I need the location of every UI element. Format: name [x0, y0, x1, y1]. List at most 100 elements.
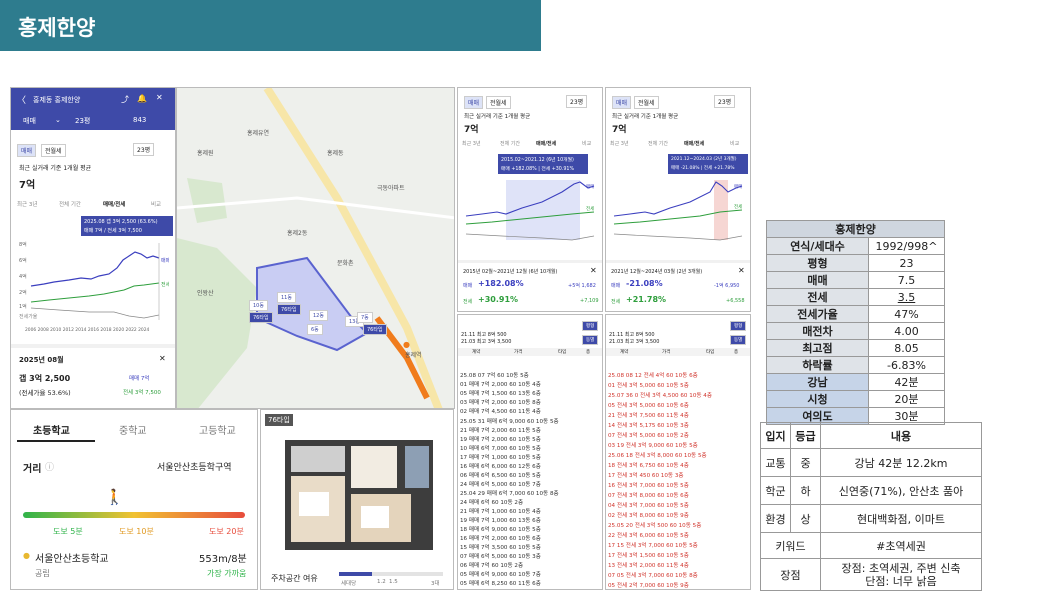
table-row[interactable]: 16 전세 3억 7,000 60 10동 5층	[608, 481, 689, 489]
table-row[interactable]: 01 매매 7억 2,000 60 10동 4층	[460, 380, 541, 388]
distance-bar	[23, 512, 245, 518]
table-row[interactable]: 24 매매 6억 60 10동 2층	[460, 498, 523, 506]
info-icon[interactable]: ⓘ	[45, 460, 54, 473]
share-icon[interactable]: ⤴	[121, 94, 129, 105]
back-icon[interactable]: 〈	[17, 93, 26, 106]
table-row[interactable]: 03 19 전세 3억 9,000 60 10동 5층	[608, 441, 698, 449]
table-row[interactable]: 25.04 29 매매 6억 7,000 60 10동 8층	[460, 489, 559, 497]
tab-trade[interactable]: 매매	[17, 144, 37, 157]
table-row[interactable]: 10 매매 6억 7,000 60 10동 5층	[460, 444, 541, 452]
table-row[interactable]: 16 매매 7억 2,000 60 10동 6층	[460, 534, 541, 542]
table-row[interactable]: 25.05 20 전세 3억 500 60 10동 5층	[608, 521, 701, 529]
building-label[interactable]: 11동	[277, 292, 296, 303]
close-icon[interactable]: ✕	[590, 266, 597, 275]
table-row[interactable]: 15 매매 7억 3,500 60 10동 5층	[460, 543, 541, 551]
table-row[interactable]: 04 전세 3억 7,000 60 10동 5층	[608, 501, 689, 509]
tab-trade[interactable]: 매매	[612, 96, 632, 109]
building-label[interactable]: 7동	[357, 312, 373, 323]
table-row[interactable]: 17 15 전세 3억 7,000 60 10동 5층	[608, 541, 698, 549]
close-icon[interactable]: ✕	[738, 266, 745, 275]
table-row[interactable]: 17 전세 3억 1,500 60 10동 5층	[608, 551, 689, 559]
table-row[interactable]: 06 매매 7억 60 10동 2층	[460, 561, 523, 569]
table-row[interactable]: 02 전세 3억 8,000 60 10동 9층	[608, 511, 689, 519]
listing-count[interactable]: 843	[133, 116, 146, 124]
range-tab[interactable]: 비교	[730, 140, 739, 147]
size-button[interactable]: 평형	[582, 321, 599, 331]
table-row[interactable]: 14 전세 3억 5,175 60 10동 3층	[608, 421, 689, 429]
table-row[interactable]: 25.08 08 12 전세 4억 60 10동 6층	[608, 371, 698, 379]
table-row[interactable]: 05 전세 3억 5,000 60 10동 6층	[608, 401, 689, 409]
size-select[interactable]: 23평	[714, 95, 736, 108]
trade-dropdown[interactable]: 매매	[23, 116, 36, 126]
table-row[interactable]: 16 매매 6억 6,000 60 12동 6층	[460, 462, 541, 470]
table-row[interactable]: 07 05 전세 3억 7,000 60 10동 8층	[608, 571, 698, 579]
table-row[interactable]: 05 매매 7억 1,500 60 13동 6층	[460, 389, 541, 397]
building-label[interactable]: 12동	[309, 310, 328, 321]
size-select[interactable]: 23평	[566, 95, 588, 108]
table-row[interactable]: 07 매매 6억 5,000 60 10동 3층	[460, 552, 541, 560]
table-row[interactable]: 05 매매 6억 9,000 60 10동 7층	[460, 570, 541, 578]
table-row[interactable]: 25.06 18 전세 3억 8,000 60 10동 5층	[608, 451, 707, 459]
table-row[interactable]: 25.08 07 7억 60 10동 5층	[460, 371, 529, 379]
table-row[interactable]: 19 매매 7억 2,000 60 10동 5층	[460, 435, 541, 443]
table-row[interactable]: 13 전세 3억 2,000 60 11동 4층	[608, 561, 689, 569]
table-row[interactable]: 02 매매 7억 4,500 60 11동 4층	[460, 407, 541, 415]
tab-high[interactable]: 고등학교	[199, 422, 236, 437]
table-row[interactable]: 05 전세 2억 7,000 60 10동 9층	[608, 581, 689, 589]
building-label[interactable]: 76타입	[249, 312, 273, 323]
table-row[interactable]: 17 전세 3억 450 60 10동 3층	[608, 471, 684, 479]
size-button[interactable]: 평형	[730, 321, 747, 331]
table-row[interactable]: 07 전세 3억 8,000 60 10동 6층	[608, 491, 689, 499]
table-row[interactable]: 24 매매 6억 5,000 60 10동 7층	[460, 480, 541, 488]
table-row[interactable]: 06 매매 6억 6,500 60 10동 5층	[460, 471, 541, 479]
range-tab[interactable]: 매매/전세	[684, 140, 704, 147]
map-panel[interactable]: 홍제동 극동아파트 홍제2동 홍제원 홍제유연 문화촌 인왕산 홍제역 10동 …	[176, 87, 455, 409]
range-tab[interactable]: 비교	[582, 140, 591, 147]
table-row[interactable]: 21 매매 7억 1,000 60 10동 4층	[460, 507, 541, 515]
building-button[interactable]: 동별	[582, 335, 599, 345]
tab-rent[interactable]: 전월세	[486, 96, 511, 109]
tab-elementary[interactable]: 초등학교	[33, 422, 70, 437]
range-tab[interactable]: 최근 3년	[17, 200, 37, 208]
range-tab[interactable]: 매매/전세	[103, 200, 125, 208]
list-header-cell: 층	[734, 350, 739, 355]
price-app-panel: 〈 홍제동 홍제한양 ⤴ 🔔 ✕ 매매 ⌄ 23평 843 매매 전월세 23평…	[10, 87, 176, 409]
range-tab[interactable]: 전체 기간	[59, 200, 81, 208]
range-tab[interactable]: 최근 3년	[610, 140, 629, 147]
range-tab[interactable]: 전체 기간	[648, 140, 668, 147]
building-label[interactable]: 6동	[307, 324, 323, 335]
tab-rent[interactable]: 전월세	[41, 144, 66, 157]
building-button[interactable]: 동별	[730, 335, 747, 345]
size-select[interactable]: 23평	[133, 143, 155, 156]
table-cell: 중	[790, 448, 821, 477]
range-tab[interactable]: 최근 3년	[462, 140, 481, 147]
range-tab[interactable]: 전체 기간	[500, 140, 520, 147]
size-dropdown[interactable]: 23평	[75, 116, 90, 126]
school-name[interactable]: 서울안산초등학교	[35, 550, 109, 565]
tab-middle[interactable]: 중학교	[119, 422, 147, 437]
range-tab[interactable]: 매매/전세	[536, 140, 556, 147]
table-row[interactable]: 03 매매 7억 2,000 60 10동 8층	[460, 398, 541, 406]
table-row[interactable]: 17 매매 7억 1,000 60 10동 5층	[460, 453, 541, 461]
table-row[interactable]: 21 매매 7억 2,000 60 11동 5층	[460, 426, 541, 434]
table-row[interactable]: 18 전세 3억 6,750 60 10동 4층	[608, 461, 689, 469]
table-row[interactable]: 25.07 36 0 전세 3억 4,500 60 10동 4층	[608, 391, 712, 399]
table-row[interactable]: 01 전세 3억 5,000 60 10동 5층	[608, 381, 689, 389]
table-row[interactable]: 18 매매 6억 9,000 60 10동 5층	[460, 525, 541, 533]
building-label[interactable]: 76타입	[363, 324, 387, 335]
table-row[interactable]: 25.05 31 매매 6억 9,000 60 10동 5층	[460, 417, 559, 425]
range-tab[interactable]: 비교	[151, 200, 161, 208]
building-label[interactable]: 76타입	[277, 304, 301, 315]
tab-rent[interactable]: 전월세	[634, 96, 659, 109]
table-row[interactable]: 07 전세 3억 5,000 60 10동 2층	[608, 431, 689, 439]
table-row[interactable]: 22 전세 3억 6,000 60 10동 5층	[608, 531, 689, 539]
building-label[interactable]: 10동	[249, 300, 268, 311]
period-selector[interactable]: 2025년 08월	[19, 355, 64, 365]
close-icon[interactable]: ✕	[156, 93, 163, 102]
table-row[interactable]: 19 매매 7억 1,000 60 13동 6층	[460, 516, 541, 524]
close-icon[interactable]: ✕	[159, 354, 166, 363]
table-row[interactable]: 05 매매 6억 8,250 60 11동 6층	[460, 579, 541, 587]
table-row[interactable]: 21 전세 3억 7,500 60 11동 4층	[608, 411, 689, 419]
bell-icon[interactable]: 🔔	[137, 94, 147, 103]
tab-trade[interactable]: 매매	[464, 96, 484, 109]
